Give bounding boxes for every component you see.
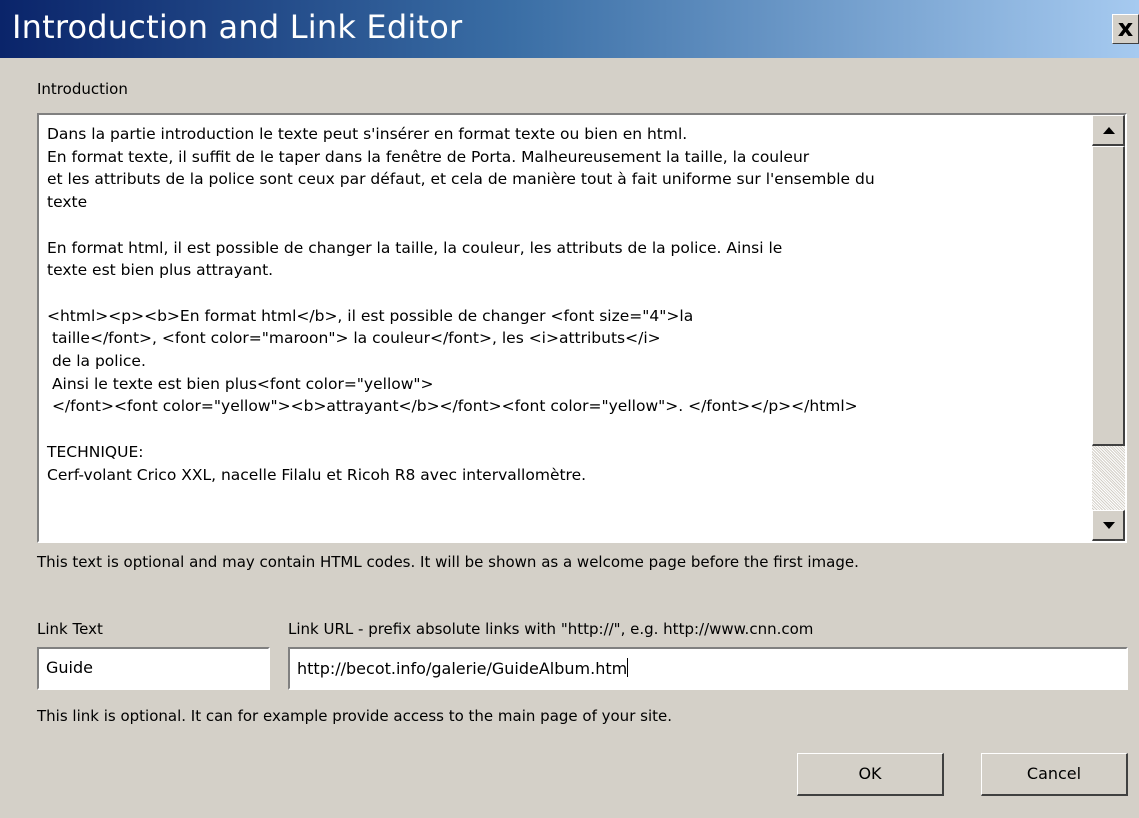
title-bar: Introduction and Link Editor x (0, 0, 1139, 58)
scrollbar-thumb[interactable] (1092, 146, 1125, 446)
introduction-textarea[interactable]: Dans la partie introduction le texte peu… (37, 113, 1127, 543)
cancel-button[interactable]: Cancel (981, 753, 1128, 796)
arrow-up-icon (1103, 127, 1115, 134)
text-caret (627, 658, 629, 677)
close-button[interactable]: x (1112, 14, 1139, 44)
introduction-label: Introduction (37, 80, 128, 98)
link-url-value: http://becot.info/galerie/GuideAlbum.htm (297, 659, 628, 678)
vertical-scrollbar[interactable] (1092, 115, 1125, 541)
link-text-input[interactable]: Guide (37, 647, 270, 690)
scrollbar-track[interactable] (1092, 446, 1125, 510)
link-url-label: Link URL - prefix absolute links with "h… (288, 620, 814, 638)
introduction-hint: This text is optional and may contain HT… (37, 553, 859, 571)
window-title: Introduction and Link Editor (12, 8, 463, 46)
link-text-value: Guide (46, 658, 93, 677)
scroll-up-button[interactable] (1092, 115, 1125, 146)
link-hint: This link is optional. It can for exampl… (37, 707, 672, 725)
link-url-input[interactable]: http://becot.info/galerie/GuideAlbum.htm (288, 647, 1128, 690)
scroll-down-button[interactable] (1092, 510, 1125, 541)
ok-button[interactable]: OK (797, 753, 944, 796)
introduction-text[interactable]: Dans la partie introduction le texte peu… (47, 123, 1092, 486)
arrow-down-icon (1103, 522, 1115, 529)
link-text-label: Link Text (37, 620, 103, 638)
